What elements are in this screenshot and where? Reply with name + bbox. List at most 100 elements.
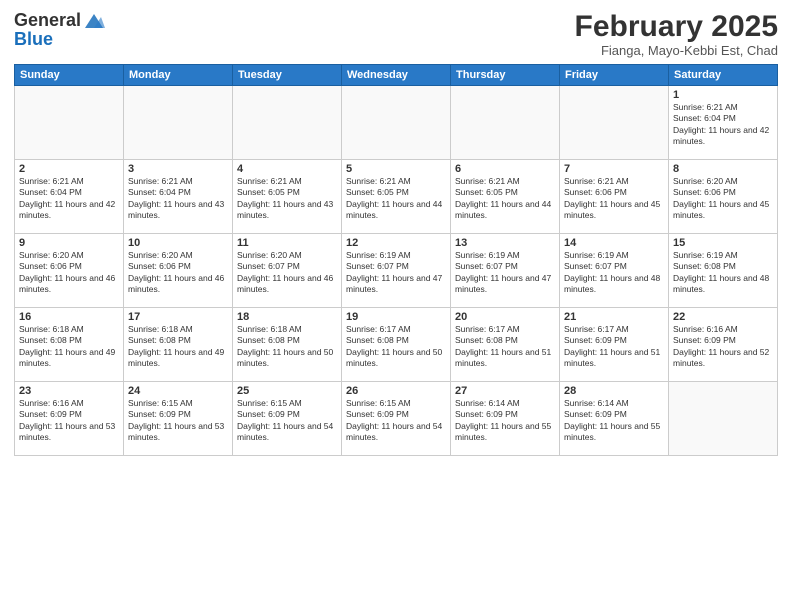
col-monday: Monday	[124, 65, 233, 86]
day-info: Sunrise: 6:21 AMSunset: 6:04 PMDaylight:…	[19, 176, 119, 222]
day-number: 11	[237, 237, 337, 249]
day-info: Sunrise: 6:14 AMSunset: 6:09 PMDaylight:…	[455, 398, 555, 444]
day-number: 15	[673, 237, 773, 249]
calendar-cell	[451, 86, 560, 160]
calendar-cell: 28Sunrise: 6:14 AMSunset: 6:09 PMDayligh…	[560, 382, 669, 456]
logo-blue: Blue	[14, 29, 53, 49]
calendar-cell: 21Sunrise: 6:17 AMSunset: 6:09 PMDayligh…	[560, 308, 669, 382]
header: General Blue February 2025 Fianga, Mayo-…	[14, 10, 778, 58]
calendar-cell	[669, 382, 778, 456]
calendar-cell: 10Sunrise: 6:20 AMSunset: 6:06 PMDayligh…	[124, 234, 233, 308]
calendar-cell: 2Sunrise: 6:21 AMSunset: 6:04 PMDaylight…	[15, 160, 124, 234]
col-tuesday: Tuesday	[233, 65, 342, 86]
day-number: 13	[455, 237, 555, 249]
day-info: Sunrise: 6:15 AMSunset: 6:09 PMDaylight:…	[346, 398, 446, 444]
day-number: 6	[455, 163, 555, 175]
day-info: Sunrise: 6:20 AMSunset: 6:06 PMDaylight:…	[128, 250, 228, 296]
calendar-cell	[342, 86, 451, 160]
location-title: Fianga, Mayo-Kebbi Est, Chad	[575, 43, 778, 58]
day-number: 8	[673, 163, 773, 175]
day-info: Sunrise: 6:21 AMSunset: 6:06 PMDaylight:…	[564, 176, 664, 222]
logo-general: General	[14, 11, 81, 31]
col-sunday: Sunday	[15, 65, 124, 86]
calendar-week-2: 9Sunrise: 6:20 AMSunset: 6:06 PMDaylight…	[15, 234, 778, 308]
calendar-cell: 12Sunrise: 6:19 AMSunset: 6:07 PMDayligh…	[342, 234, 451, 308]
day-info: Sunrise: 6:21 AMSunset: 6:04 PMDaylight:…	[128, 176, 228, 222]
calendar-cell: 5Sunrise: 6:21 AMSunset: 6:05 PMDaylight…	[342, 160, 451, 234]
calendar-cell: 18Sunrise: 6:18 AMSunset: 6:08 PMDayligh…	[233, 308, 342, 382]
calendar-cell: 27Sunrise: 6:14 AMSunset: 6:09 PMDayligh…	[451, 382, 560, 456]
day-number: 21	[564, 311, 664, 323]
calendar-week-1: 2Sunrise: 6:21 AMSunset: 6:04 PMDaylight…	[15, 160, 778, 234]
day-info: Sunrise: 6:19 AMSunset: 6:08 PMDaylight:…	[673, 250, 773, 296]
day-info: Sunrise: 6:19 AMSunset: 6:07 PMDaylight:…	[564, 250, 664, 296]
day-number: 24	[128, 385, 228, 397]
month-title: February 2025	[575, 10, 778, 43]
day-info: Sunrise: 6:15 AMSunset: 6:09 PMDaylight:…	[128, 398, 228, 444]
col-saturday: Saturday	[669, 65, 778, 86]
day-number: 4	[237, 163, 337, 175]
calendar-cell	[124, 86, 233, 160]
day-info: Sunrise: 6:17 AMSunset: 6:08 PMDaylight:…	[455, 324, 555, 370]
calendar-cell: 8Sunrise: 6:20 AMSunset: 6:06 PMDaylight…	[669, 160, 778, 234]
title-area: February 2025 Fianga, Mayo-Kebbi Est, Ch…	[575, 10, 778, 58]
day-number: 18	[237, 311, 337, 323]
day-number: 1	[673, 89, 773, 101]
day-info: Sunrise: 6:16 AMSunset: 6:09 PMDaylight:…	[673, 324, 773, 370]
col-friday: Friday	[560, 65, 669, 86]
day-info: Sunrise: 6:21 AMSunset: 6:05 PMDaylight:…	[237, 176, 337, 222]
day-number: 17	[128, 311, 228, 323]
calendar-cell: 1Sunrise: 6:21 AMSunset: 6:04 PMDaylight…	[669, 86, 778, 160]
day-number: 9	[19, 237, 119, 249]
calendar-cell: 20Sunrise: 6:17 AMSunset: 6:08 PMDayligh…	[451, 308, 560, 382]
day-number: 5	[346, 163, 446, 175]
calendar-cell: 17Sunrise: 6:18 AMSunset: 6:08 PMDayligh…	[124, 308, 233, 382]
calendar-cell: 13Sunrise: 6:19 AMSunset: 6:07 PMDayligh…	[451, 234, 560, 308]
calendar-cell	[15, 86, 124, 160]
day-info: Sunrise: 6:14 AMSunset: 6:09 PMDaylight:…	[564, 398, 664, 444]
day-number: 10	[128, 237, 228, 249]
calendar-cell: 9Sunrise: 6:20 AMSunset: 6:06 PMDaylight…	[15, 234, 124, 308]
day-number: 20	[455, 311, 555, 323]
day-info: Sunrise: 6:21 AMSunset: 6:04 PMDaylight:…	[673, 102, 773, 148]
calendar-cell	[560, 86, 669, 160]
day-number: 27	[455, 385, 555, 397]
day-info: Sunrise: 6:15 AMSunset: 6:09 PMDaylight:…	[237, 398, 337, 444]
page: General Blue February 2025 Fianga, Mayo-…	[0, 0, 792, 612]
day-number: 23	[19, 385, 119, 397]
day-number: 26	[346, 385, 446, 397]
calendar-week-3: 16Sunrise: 6:18 AMSunset: 6:08 PMDayligh…	[15, 308, 778, 382]
calendar-week-0: 1Sunrise: 6:21 AMSunset: 6:04 PMDaylight…	[15, 86, 778, 160]
day-number: 2	[19, 163, 119, 175]
calendar-cell: 15Sunrise: 6:19 AMSunset: 6:08 PMDayligh…	[669, 234, 778, 308]
day-info: Sunrise: 6:18 AMSunset: 6:08 PMDaylight:…	[128, 324, 228, 370]
calendar-cell: 26Sunrise: 6:15 AMSunset: 6:09 PMDayligh…	[342, 382, 451, 456]
calendar-cell: 14Sunrise: 6:19 AMSunset: 6:07 PMDayligh…	[560, 234, 669, 308]
day-info: Sunrise: 6:17 AMSunset: 6:09 PMDaylight:…	[564, 324, 664, 370]
calendar-cell: 6Sunrise: 6:21 AMSunset: 6:05 PMDaylight…	[451, 160, 560, 234]
calendar-cell: 3Sunrise: 6:21 AMSunset: 6:04 PMDaylight…	[124, 160, 233, 234]
calendar-cell: 4Sunrise: 6:21 AMSunset: 6:05 PMDaylight…	[233, 160, 342, 234]
day-number: 12	[346, 237, 446, 249]
day-info: Sunrise: 6:19 AMSunset: 6:07 PMDaylight:…	[455, 250, 555, 296]
col-thursday: Thursday	[451, 65, 560, 86]
calendar-cell: 7Sunrise: 6:21 AMSunset: 6:06 PMDaylight…	[560, 160, 669, 234]
calendar-cell: 19Sunrise: 6:17 AMSunset: 6:08 PMDayligh…	[342, 308, 451, 382]
day-info: Sunrise: 6:18 AMSunset: 6:08 PMDaylight:…	[237, 324, 337, 370]
day-info: Sunrise: 6:20 AMSunset: 6:06 PMDaylight:…	[19, 250, 119, 296]
day-number: 16	[19, 311, 119, 323]
calendar-cell: 24Sunrise: 6:15 AMSunset: 6:09 PMDayligh…	[124, 382, 233, 456]
day-info: Sunrise: 6:17 AMSunset: 6:08 PMDaylight:…	[346, 324, 446, 370]
logo-area: General Blue	[14, 10, 105, 50]
day-info: Sunrise: 6:21 AMSunset: 6:05 PMDaylight:…	[455, 176, 555, 222]
day-number: 22	[673, 311, 773, 323]
calendar-cell: 22Sunrise: 6:16 AMSunset: 6:09 PMDayligh…	[669, 308, 778, 382]
day-info: Sunrise: 6:18 AMSunset: 6:08 PMDaylight:…	[19, 324, 119, 370]
day-number: 19	[346, 311, 446, 323]
day-info: Sunrise: 6:20 AMSunset: 6:06 PMDaylight:…	[673, 176, 773, 222]
calendar-cell: 23Sunrise: 6:16 AMSunset: 6:09 PMDayligh…	[15, 382, 124, 456]
calendar-header-row: Sunday Monday Tuesday Wednesday Thursday…	[15, 65, 778, 86]
logo-icon	[83, 10, 105, 32]
day-number: 7	[564, 163, 664, 175]
day-number: 25	[237, 385, 337, 397]
